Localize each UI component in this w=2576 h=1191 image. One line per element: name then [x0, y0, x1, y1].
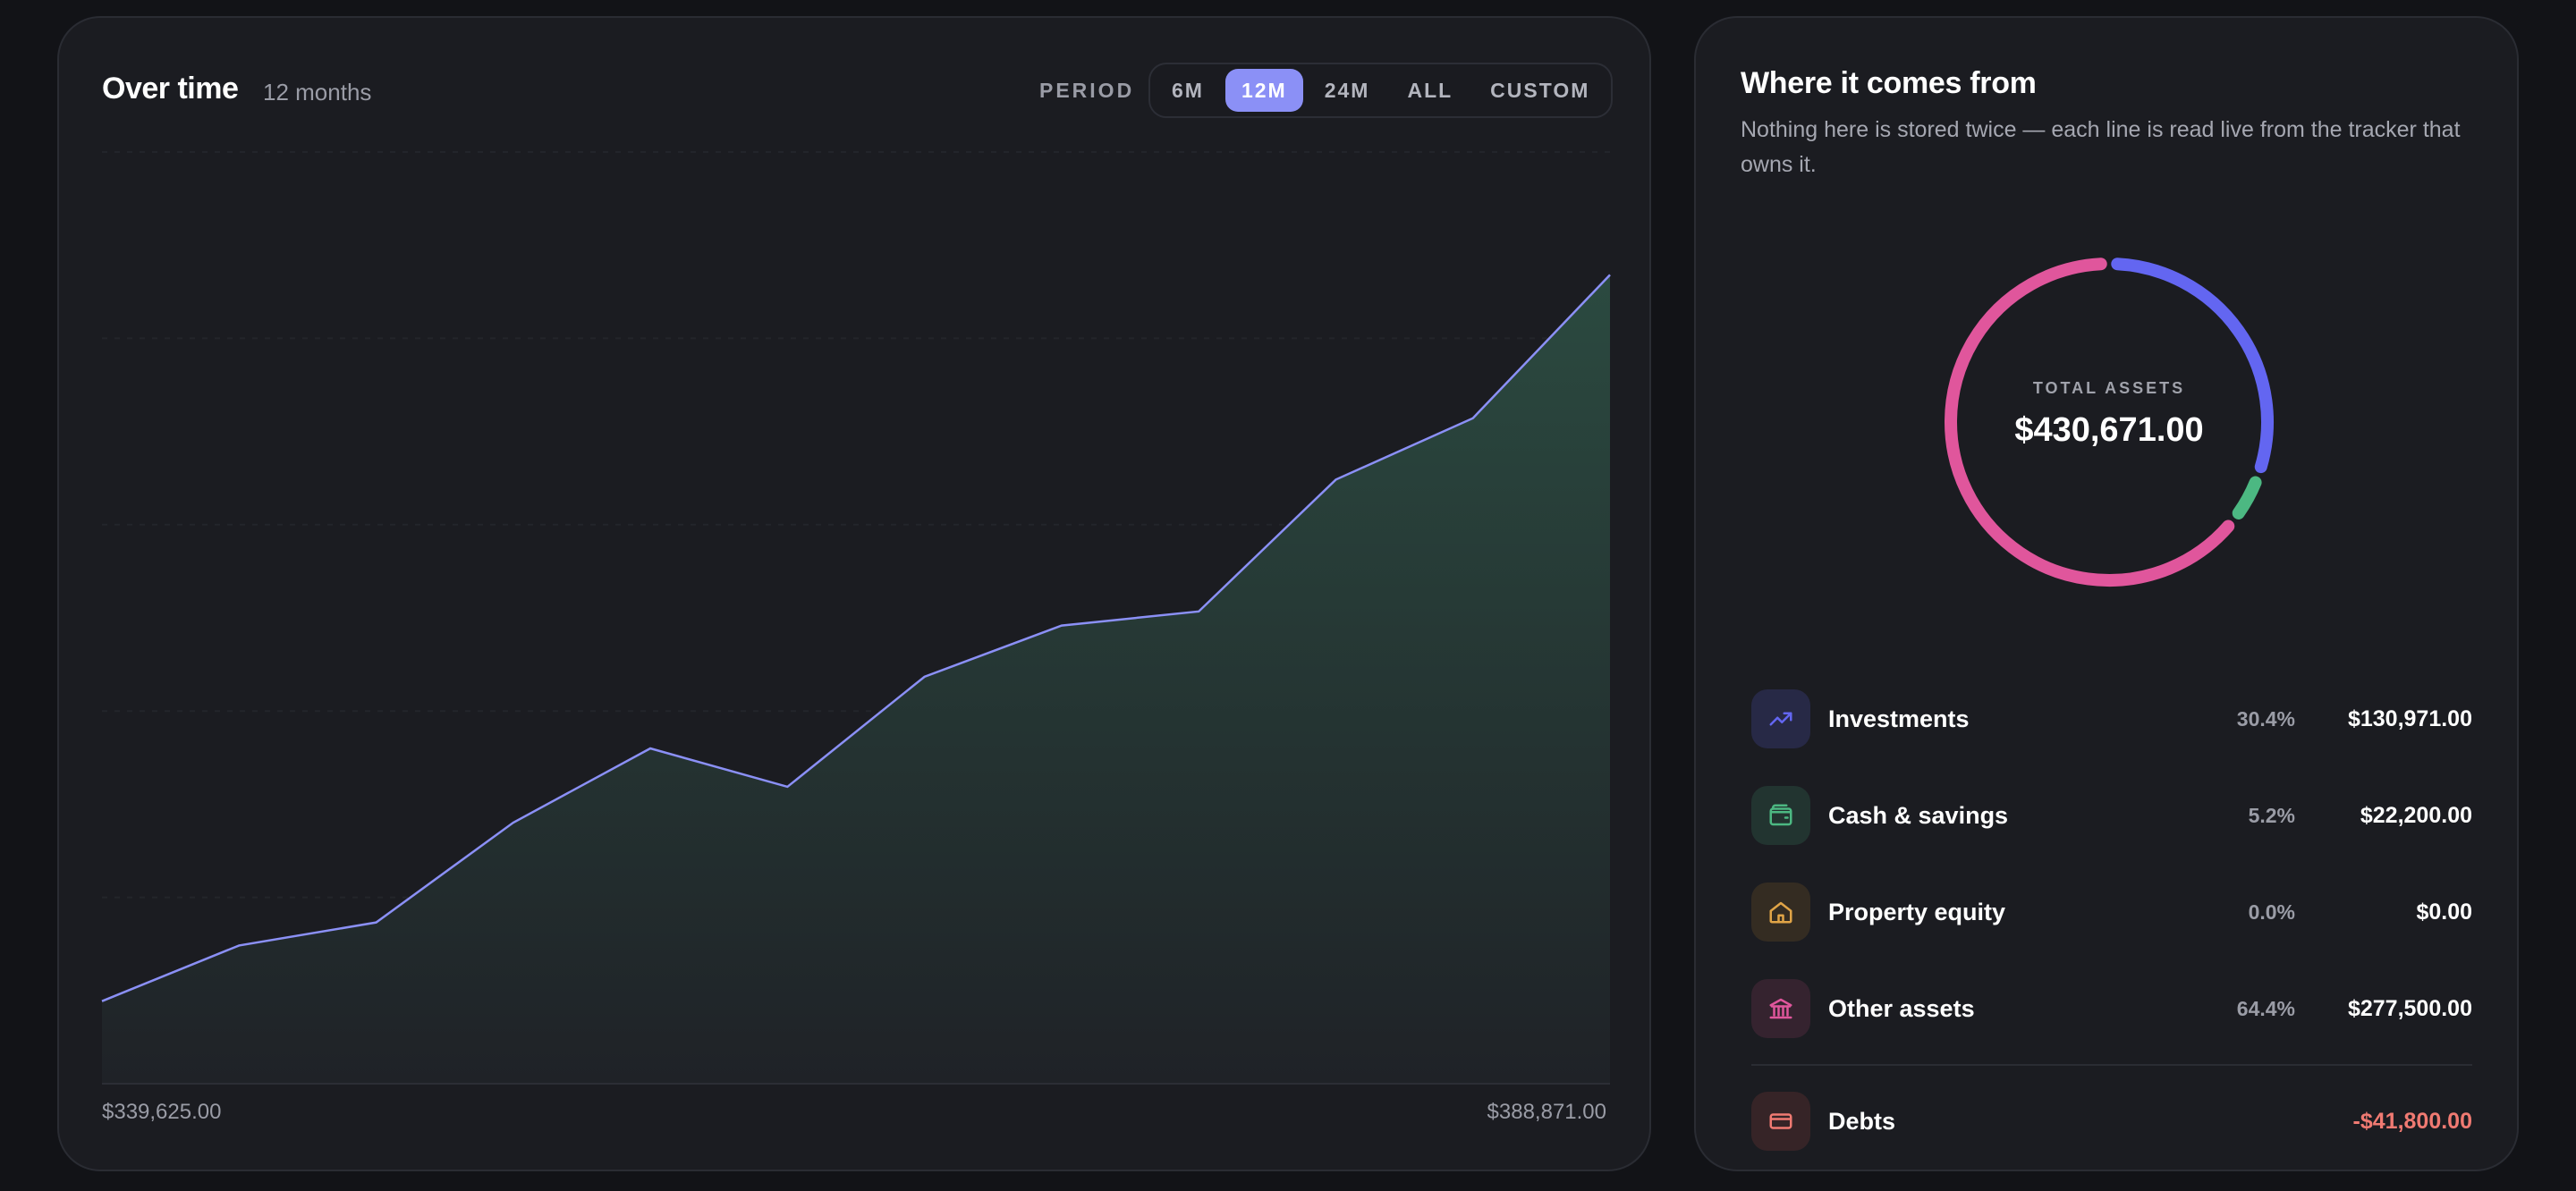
- total-assets-value: $430,671.00: [2014, 411, 2204, 449]
- period-24m-button[interactable]: 24M: [1309, 69, 1386, 112]
- source-percent: 30.4%: [2236, 706, 2295, 731]
- source-amount: $277,500.00: [2347, 995, 2472, 1021]
- period-subtitle: 12 months: [263, 79, 372, 106]
- source-row-debts[interactable]: Debts -$41,800.00: [1751, 1073, 2472, 1170]
- net-worth-area-chart: [101, 151, 1611, 1085]
- source-name: Property equity: [1828, 898, 2006, 925]
- sources-list: Investments 30.4% $130,971.00 Cash & sav…: [1751, 671, 2472, 1170]
- wallet-icon: [1751, 786, 1810, 845]
- section-title: Where it comes from: [1741, 66, 2037, 100]
- bank-icon: [1751, 979, 1810, 1038]
- source-amount: $130,971.00: [2347, 705, 2472, 731]
- period-selector: 6M 12M 24M ALL CUSTOM: [1148, 63, 1614, 118]
- period-12m-button[interactable]: 12M: [1224, 69, 1303, 112]
- source-amount: $0.00: [2416, 899, 2472, 925]
- period-all-button[interactable]: ALL: [1391, 69, 1469, 112]
- divider: [1751, 1064, 2472, 1066]
- chart-min-value: $339,625.00: [102, 1100, 222, 1124]
- source-row-property-equity[interactable]: Property equity 0.0% $0.00: [1751, 864, 2472, 960]
- where-it-comes-from-card: Where it comes from Nothing here is stor…: [1694, 16, 2519, 1171]
- source-amount: $22,200.00: [2360, 802, 2472, 828]
- chart-area-fill: [102, 275, 1610, 1084]
- section-description: Nothing here is stored twice — each line…: [1741, 117, 2461, 177]
- credit-card-icon: [1751, 1092, 1810, 1151]
- source-row-other-assets[interactable]: Other assets 64.4% $277,500.00: [1751, 960, 2472, 1057]
- over-time-card: Over time 12 months PERIOD 6M 12M 24M AL…: [57, 16, 1651, 1171]
- page-title: Over time: [102, 72, 239, 106]
- trending-up-icon: [1751, 689, 1810, 748]
- donut-label: TOTAL ASSETS: [2032, 379, 2186, 397]
- source-percent: 0.0%: [2248, 900, 2295, 924]
- source-percent: 64.4%: [2236, 996, 2295, 1020]
- period-custom-button[interactable]: CUSTOM: [1474, 69, 1606, 112]
- period-6m-button[interactable]: 6M: [1156, 69, 1220, 112]
- donut-segment-cash-savings[interactable]: [2232, 476, 2262, 519]
- source-row-cash-savings[interactable]: Cash & savings 5.2% $22,200.00: [1751, 767, 2472, 864]
- debts-amount: -$41,800.00: [2352, 1108, 2472, 1134]
- source-row-investments[interactable]: Investments 30.4% $130,971.00: [1751, 671, 2472, 767]
- home-icon: [1751, 883, 1810, 942]
- chart-max-value: $388,871.00: [1487, 1100, 1606, 1124]
- source-percent: 5.2%: [2248, 803, 2295, 827]
- period-label: PERIOD: [1039, 79, 1135, 102]
